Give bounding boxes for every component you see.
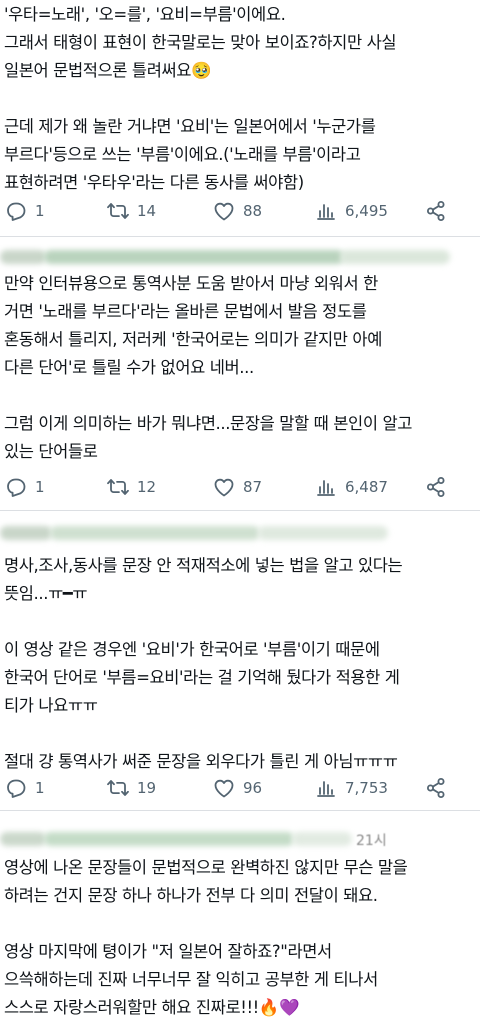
- views-icon: [314, 776, 338, 800]
- reply-button[interactable]: 1: [4, 773, 45, 803]
- views-button[interactable]: 6,487: [314, 472, 388, 502]
- text-line: 그럼 이게 의미하는 바가 뭐냐면...문장을 말할 때 본인이 알고: [4, 414, 413, 433]
- share-button[interactable]: [424, 472, 448, 502]
- text-line: '우타=노래', '오=를', '요비=부름'이에요.: [4, 5, 286, 24]
- tweet-actions: 1 14 88 6,495: [0, 196, 480, 226]
- text-line: 거면 '노래를 부르다'라는 올바른 문법에서 발음 정도를: [4, 302, 367, 321]
- repost-button[interactable]: 12: [106, 472, 156, 502]
- tweet-actions: 1 12 87 6,487: [0, 472, 480, 502]
- repost-count: 12: [137, 478, 157, 496]
- heart-icon: [212, 475, 236, 499]
- reply-icon: [4, 776, 28, 800]
- text-line: 표현하려면 '우타우'라는 다른 동사를 써야함): [4, 173, 304, 192]
- reply-count: 1: [35, 478, 45, 496]
- tweet-text: 만약 인터뷰용으로 통역사분 도움 받아서 마냥 외워서 한 거면 '노래를 부…: [4, 270, 476, 466]
- share-button[interactable]: [424, 773, 448, 803]
- repost-count: 19: [137, 779, 157, 797]
- repost-icon: [106, 199, 130, 223]
- reply-icon: [4, 475, 28, 499]
- tweet-text: 명사,조사,동사를 문장 안 적재적소에 넣는 법을 알고 있다는 뜻임...ㅠ…: [4, 552, 476, 776]
- repost-count: 14: [137, 202, 157, 220]
- blurred-tweet-header: [0, 520, 480, 548]
- share-icon: [424, 199, 448, 223]
- text-line: 스스로 자랑스러워할만 해요 진짜로!!!🔥💜: [4, 998, 300, 1017]
- reply-icon: [4, 199, 28, 223]
- blurred-tweet-header: [0, 244, 480, 272]
- text-line: 명사,조사,동사를 문장 안 적재적소에 넣는 법을 알고 있다는: [4, 556, 403, 575]
- reply-button[interactable]: 1: [4, 196, 45, 226]
- heart-icon: [212, 776, 236, 800]
- tweet-actions: 1 19 96 7,753: [0, 773, 480, 803]
- text-line: 절대 걍 통역사가 써준 문장을 외우다가 틀린 게 아님ㅠㅠㅠ: [4, 752, 398, 771]
- text-line: 뜻임...ㅠ━ㅠ: [4, 584, 88, 603]
- views-icon: [314, 199, 338, 223]
- share-icon: [424, 475, 448, 499]
- reply-count: 1: [35, 202, 45, 220]
- reply-button[interactable]: 1: [4, 472, 45, 502]
- text-line: 있는 단어들로: [4, 442, 98, 461]
- text-line: 티가 나요ㅠㅠ: [4, 696, 98, 715]
- repost-icon: [106, 776, 130, 800]
- text-line: 다른 단어'로 틀릴 수가 없어요 네버...: [4, 358, 254, 377]
- like-count: 87: [243, 478, 263, 496]
- reply-count: 1: [35, 779, 45, 797]
- text-line: 혼동해서 틀리지, 저러케 '한국어로는 의미가 같지만 아예: [4, 330, 382, 349]
- text-line: 부르다'등으로 쓰는 '부름'이에요.('노래를 부름'이라고: [4, 145, 361, 164]
- tweet-text: '우타=노래', '오=를', '요비=부름'이에요. 그래서 태형이 표현이 …: [4, 1, 476, 197]
- text-line: 그래서 태형이 표현이 한국말로는 맞아 보이죠?하지만 사실: [4, 33, 397, 52]
- views-count: 6,495: [345, 202, 388, 220]
- text-line: 하려는 건지 문장 하나 하나가 전부 다 의미 전달이 돼요.: [4, 886, 378, 905]
- text-line: 만약 인터뷰용으로 통역사분 도움 받아서 마냥 외워서 한: [4, 274, 378, 293]
- tweet-divider: [0, 810, 480, 811]
- repost-icon: [106, 475, 130, 499]
- like-button[interactable]: 88: [212, 196, 262, 226]
- text-line: 일본어 문법적으론 틀려써요🥹: [4, 61, 212, 80]
- views-count: 6,487: [345, 478, 388, 496]
- text-line: 이 영상 같은 경우엔 '요비'가 한국어로 '부름'이기 때문에: [4, 640, 380, 659]
- tweet-text: 영상에 나온 문장들이 문법적으로 완벽하진 않지만 무슨 말을 하려는 건지 …: [4, 854, 476, 1022]
- heart-icon: [212, 199, 236, 223]
- like-button[interactable]: 87: [212, 472, 262, 502]
- text-line: 영상 마지막에 텽이가 "저 일본어 잘하죠?"라면서: [4, 942, 332, 961]
- tweet-time: 21시: [356, 833, 387, 849]
- blurred-tweet-header: 21시: [0, 826, 480, 854]
- views-button[interactable]: 6,495: [314, 196, 388, 226]
- views-count: 7,753: [345, 779, 388, 797]
- tweet-divider: [0, 510, 480, 511]
- views-button[interactable]: 7,753: [314, 773, 388, 803]
- repost-button[interactable]: 14: [106, 196, 156, 226]
- text-line: 영상에 나온 문장들이 문법적으로 완벽하진 않지만 무슨 말을: [4, 858, 408, 877]
- repost-button[interactable]: 19: [106, 773, 156, 803]
- text-line: 한국어 단어로 '부름=요비'라는 걸 기억해 뒀다가 적용한 게: [4, 668, 400, 687]
- share-button[interactable]: [424, 196, 448, 226]
- text-line: 근데 제가 왜 놀란 거냐면 '요비'는 일본어에서 '누군가를: [4, 117, 376, 136]
- share-icon: [424, 776, 448, 800]
- like-button[interactable]: 96: [212, 773, 262, 803]
- like-count: 88: [243, 202, 263, 220]
- tweet-divider: [0, 236, 480, 237]
- views-icon: [314, 475, 338, 499]
- text-line: 으쓱해하는데 진짜 너무너무 잘 익히고 공부한 게 티나서: [4, 970, 378, 989]
- like-count: 96: [243, 779, 263, 797]
